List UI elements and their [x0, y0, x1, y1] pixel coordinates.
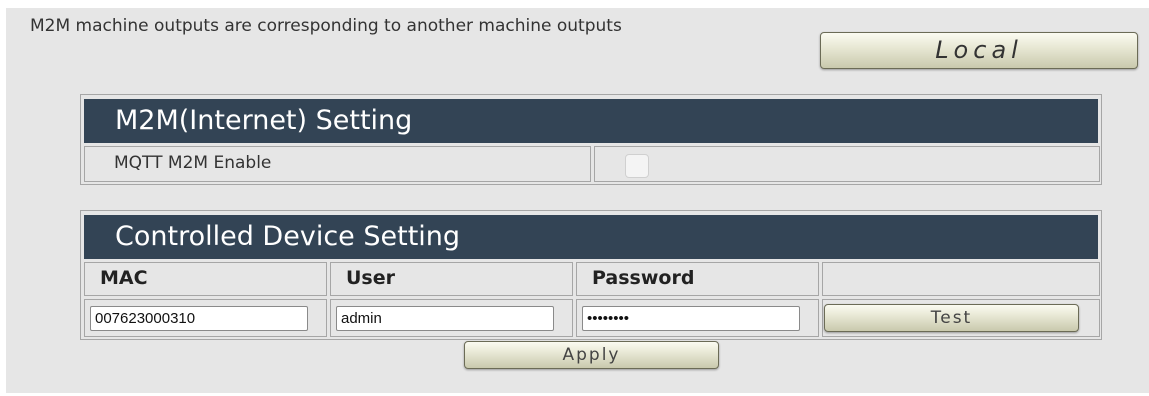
apply-button[interactable]: Apply: [464, 341, 719, 369]
column-header-password: Password: [576, 262, 819, 296]
mqtt-enable-checkbox[interactable]: [625, 154, 649, 178]
user-cell: [330, 299, 573, 337]
column-header-action: [822, 262, 1100, 296]
column-header-mac: MAC: [84, 262, 327, 296]
m2m-setting-title: M2M(Internet) Setting: [84, 99, 1098, 143]
password-cell: [576, 299, 819, 337]
local-button[interactable]: Local: [820, 32, 1138, 69]
mac-input[interactable]: [90, 306, 308, 331]
m2m-setting-table: M2M(Internet) Setting MQTT M2M Enable: [80, 94, 1102, 185]
user-input[interactable]: [336, 306, 554, 331]
password-input[interactable]: [582, 306, 800, 331]
mqtt-enable-label: MQTT M2M Enable: [84, 146, 591, 182]
mqtt-enable-cell: [594, 146, 1100, 182]
page-description: M2M machine outputs are corresponding to…: [30, 16, 622, 36]
test-button[interactable]: Test: [824, 304, 1079, 332]
controlled-device-title: Controlled Device Setting: [84, 215, 1098, 259]
mac-cell: [84, 299, 327, 337]
column-header-user: User: [330, 262, 573, 296]
